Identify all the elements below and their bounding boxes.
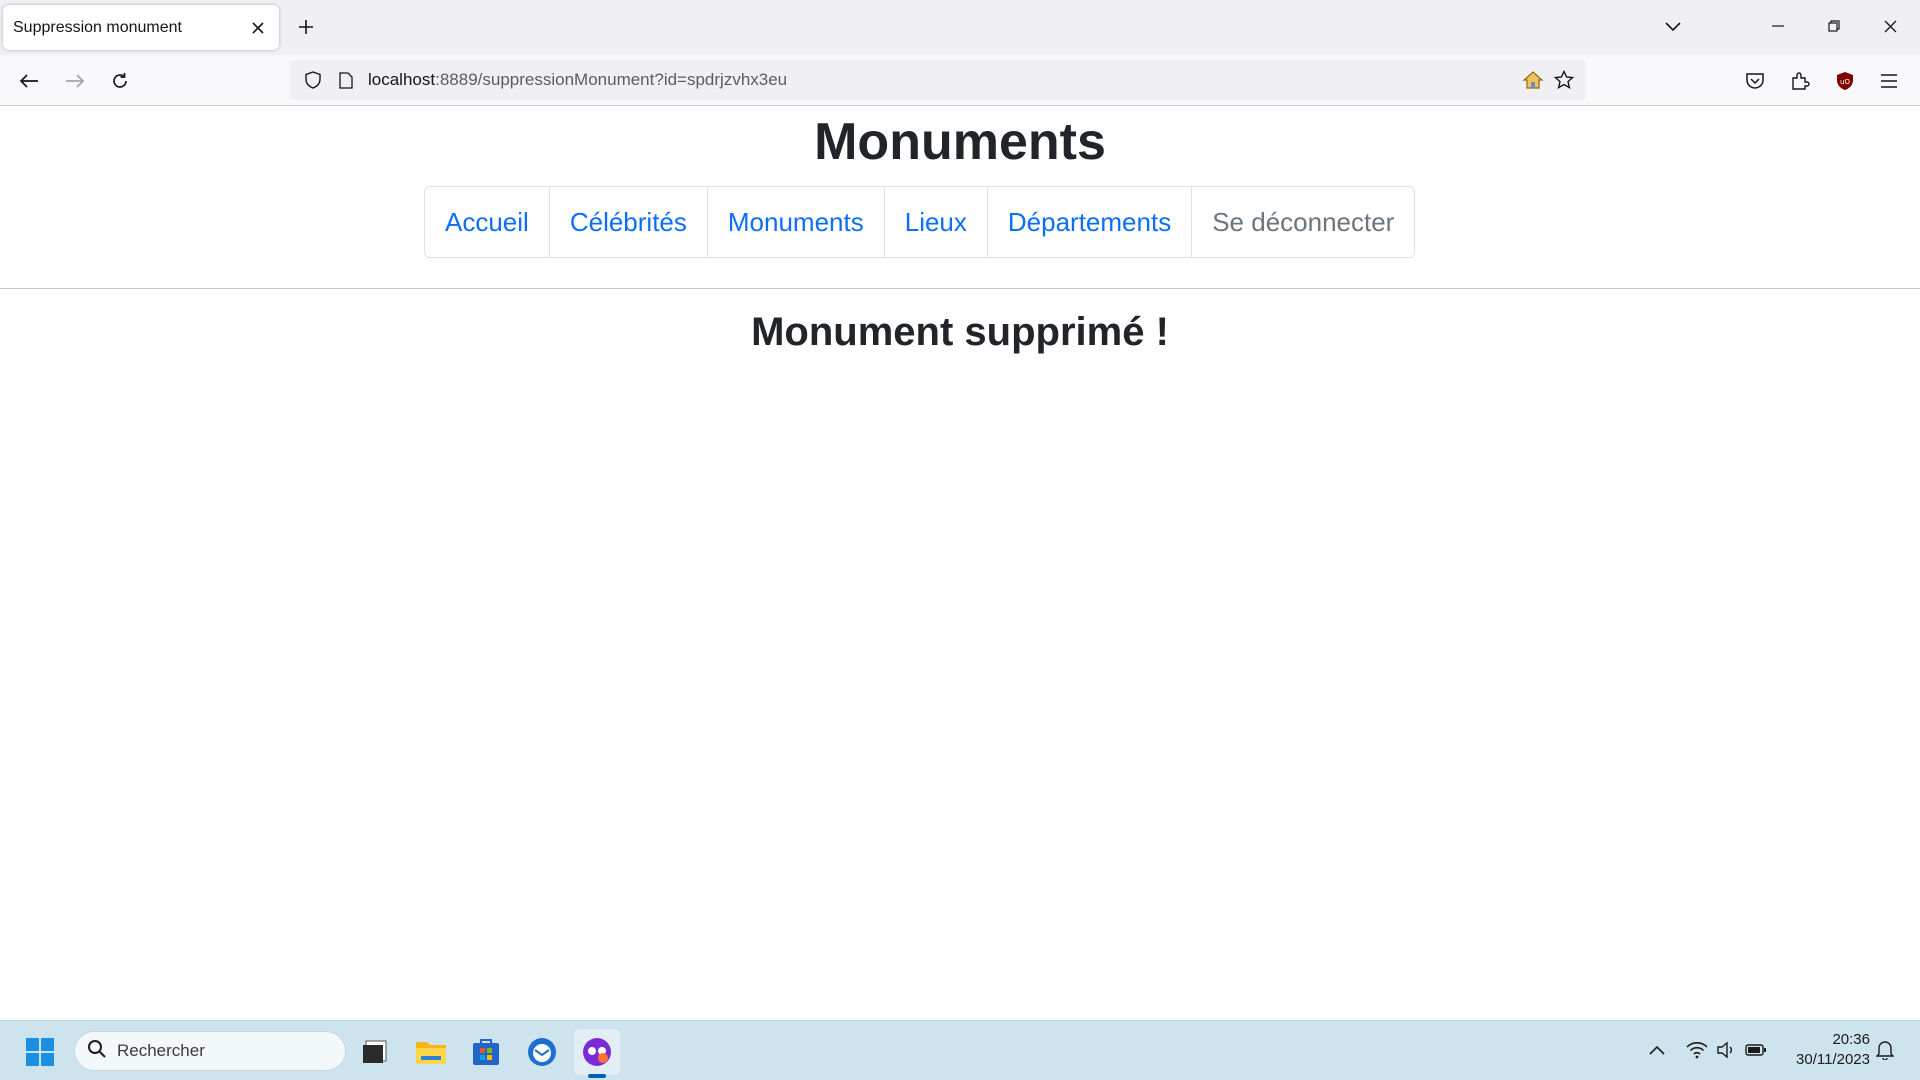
menu-item-celebrites[interactable]: Célébrités [550, 187, 708, 257]
shield-icon[interactable] [298, 71, 328, 89]
menu-item-monuments[interactable]: Monuments [708, 187, 885, 257]
menu-item-accueil[interactable]: Accueil [425, 187, 550, 257]
navigation-toolbar: localhost:8889/suppressionMonument?id=sp… [0, 55, 1920, 106]
task-view-icon[interactable] [352, 1029, 398, 1075]
search-icon [87, 1039, 107, 1064]
ublock-shield-icon[interactable]: uO [1827, 63, 1863, 99]
minimize-icon[interactable] [1750, 0, 1806, 52]
windows-taskbar: Rechercher 20:36 30/11/2023 [0, 1020, 1920, 1080]
menu-item-departements[interactable]: Départements [988, 187, 1193, 257]
notification-bell-icon[interactable] [1872, 1037, 1898, 1063]
page-content: Monuments Accueil Célébrités Monuments L… [0, 107, 1920, 1020]
microsoft-store-icon[interactable] [463, 1029, 509, 1075]
file-explorer-icon[interactable] [408, 1029, 454, 1075]
address-bar[interactable]: localhost:8889/suppressionMonument?id=sp… [290, 60, 1586, 100]
taskbar-search[interactable]: Rechercher [74, 1031, 346, 1071]
windows-start-icon[interactable] [17, 1029, 63, 1075]
search-placeholder: Rechercher [117, 1041, 205, 1060]
browser-tab[interactable]: Suppression monument [3, 5, 279, 50]
system-clock[interactable]: 20:36 30/11/2023 [1780, 1030, 1870, 1070]
site-title: Monuments [814, 113, 1106, 171]
tab-strip: Suppression monument [0, 0, 1920, 55]
url-host: localhost [368, 70, 436, 89]
active-app-indicator [588, 1074, 606, 1078]
menu-hamburger-icon[interactable] [1871, 63, 1907, 99]
confirmation-message: Monument supprimé ! [751, 310, 1169, 354]
battery-icon[interactable] [1743, 1037, 1769, 1063]
url-text[interactable]: localhost:8889/suppressionMonument?id=sp… [368, 70, 787, 90]
tab-title: Suppression monument [13, 18, 182, 36]
pocket-icon[interactable] [1737, 63, 1773, 99]
menu-item-se-deconnecter[interactable]: Se déconnecter [1192, 187, 1414, 257]
clock-date: 30/11/2023 [1796, 1051, 1870, 1068]
menu-item-lieux[interactable]: Lieux [885, 187, 988, 257]
svg-text:uO: uO [1840, 78, 1850, 86]
page-icon [334, 71, 358, 89]
back-arrow-icon[interactable] [11, 63, 47, 99]
bookmark-star-icon[interactable] [1553, 69, 1575, 95]
new-tab-icon[interactable] [291, 12, 321, 42]
restore-icon[interactable] [1806, 0, 1862, 52]
thunderbird-icon[interactable] [519, 1029, 565, 1075]
extensions-icon[interactable] [1782, 63, 1818, 99]
forward-arrow-icon[interactable] [57, 63, 93, 99]
clock-time: 20:36 [1832, 1031, 1870, 1048]
firefox-dev-icon[interactable] [574, 1029, 620, 1075]
chevron-down-icon[interactable] [1658, 12, 1688, 42]
reload-icon[interactable] [102, 63, 138, 99]
volume-icon[interactable] [1713, 1037, 1739, 1063]
main-menu: Accueil Célébrités Monuments Lieux Dépar… [424, 186, 1416, 258]
divider [0, 288, 1920, 289]
wifi-icon[interactable] [1684, 1037, 1710, 1063]
home-icon[interactable] [1522, 70, 1544, 95]
url-path: :8889/suppressionMonument?id=spdrjzvhx3e… [435, 70, 788, 89]
close-window-icon[interactable] [1862, 0, 1918, 52]
chevron-up-icon[interactable] [1644, 1037, 1670, 1063]
close-tab-icon[interactable] [245, 15, 271, 41]
